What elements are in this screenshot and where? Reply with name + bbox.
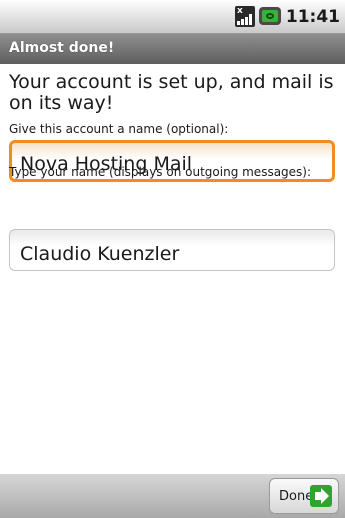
sender-name-field[interactable] [9,229,335,271]
setup-form: Your account is set up, and mail is on i… [0,64,345,474]
bottom-bar: Done [0,474,345,518]
page-title: Almost done! [9,40,115,56]
forward-arrow-icon [310,485,332,507]
title-bar: Almost done! [0,34,345,64]
battery-charging-icon [259,7,281,25]
status-clock: 11:41 [285,7,340,27]
setup-heading: Your account is set up, and mail is on i… [9,71,334,114]
status-bar: x 11:41 [0,0,345,34]
done-button[interactable]: Done [269,478,339,514]
sender-name-label: Type your name (displays on outgoing mes… [9,165,312,179]
account-name-label: Give this account a name (optional): [9,122,229,136]
signal-icon: x [235,6,255,27]
signal-bars-icon [237,14,252,25]
done-button-label: Done [279,489,314,504]
